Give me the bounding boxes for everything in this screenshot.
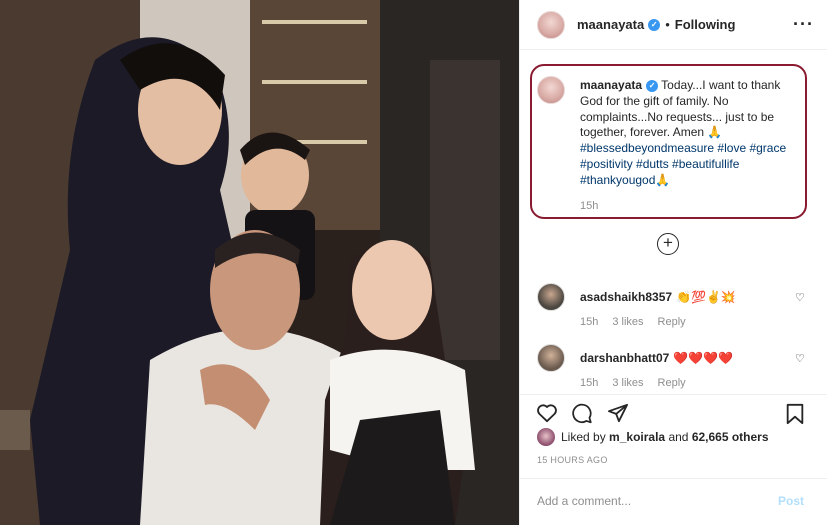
comment-meta: 15h 3 likes Reply [580, 377, 700, 389]
post-header: maanayata ✓ • Following ··· [520, 0, 827, 50]
comment-like-heart-icon[interactable]: ♡ [795, 352, 805, 365]
likes-and: and [668, 430, 689, 444]
caption-text-block: maanayata ✓ Today...I want to thank God f… [580, 78, 802, 189]
caption-author-avatar[interactable] [537, 76, 565, 104]
caption-hashtags[interactable]: #blessedbeyondmeasure #love #grace #posi… [580, 141, 786, 187]
post-side-panel: maanayata ✓ • Following ··· maanayata ✓ T… [519, 0, 827, 525]
family-photo-image [0, 0, 519, 525]
caption-verified-badge-icon: ✓ [646, 79, 659, 92]
post-timestamp[interactable]: 15 HOURS AGO [537, 455, 608, 465]
post-comment-button[interactable]: Post [778, 494, 804, 508]
verified-badge-icon: ✓ [648, 18, 661, 31]
comment-time[interactable]: 15h [580, 316, 598, 328]
comment-time[interactable]: 15h [580, 377, 598, 389]
comment-likes[interactable]: 3 likes [612, 377, 643, 389]
comment-likes[interactable]: 3 likes [612, 316, 643, 328]
comment-text: 👏💯✌️💥 [676, 290, 736, 304]
comment-composer: Add a comment... Post [520, 478, 827, 525]
commenter-avatar[interactable] [537, 344, 565, 372]
likes-count[interactable]: 62,665 others [692, 430, 769, 444]
likes-summary: Liked by m_koirala and 62,665 others [537, 428, 769, 446]
comment-line: asadshaikh8357 👏💯✌️💥 [580, 290, 736, 304]
more-options-icon[interactable]: ··· [793, 15, 814, 33]
comment-text: ❤️❤️❤️❤️ [673, 351, 734, 365]
bookmark-icon[interactable] [785, 403, 805, 425]
comment-like-heart-icon[interactable]: ♡ [795, 291, 805, 304]
comment-username[interactable]: asadshaikh8357 [580, 290, 672, 304]
heart-icon[interactable] [536, 403, 558, 423]
caption-timestamp[interactable]: 15h [580, 200, 598, 212]
following-button[interactable]: Following [675, 17, 736, 32]
comment-username[interactable]: darshanbhatt07 [580, 351, 669, 365]
comment-icon[interactable] [571, 403, 593, 424]
load-more-comments-button[interactable]: + [657, 233, 679, 255]
liker-avatar[interactable] [537, 428, 555, 446]
comment-reply-button[interactable]: Reply [658, 316, 686, 328]
post-action-bar [520, 394, 827, 425]
commenter-avatar[interactable] [537, 283, 565, 311]
comment-meta: 15h 3 likes Reply [580, 316, 700, 328]
header-separator: • [665, 17, 670, 32]
send-icon[interactable] [607, 403, 629, 423]
author-avatar[interactable] [537, 10, 565, 39]
liker-username[interactable]: m_koirala [609, 430, 665, 444]
add-comment-input[interactable]: Add a comment... [537, 494, 631, 508]
likes-prefix: Liked by [561, 430, 606, 444]
comment-line: darshanbhatt07 ❤️❤️❤️❤️ [580, 351, 733, 365]
post-photo[interactable] [0, 0, 519, 525]
caption-author-username[interactable]: maanayata [580, 78, 642, 92]
author-username[interactable]: maanayata [577, 17, 644, 32]
comment-reply-button[interactable]: Reply [658, 377, 686, 389]
